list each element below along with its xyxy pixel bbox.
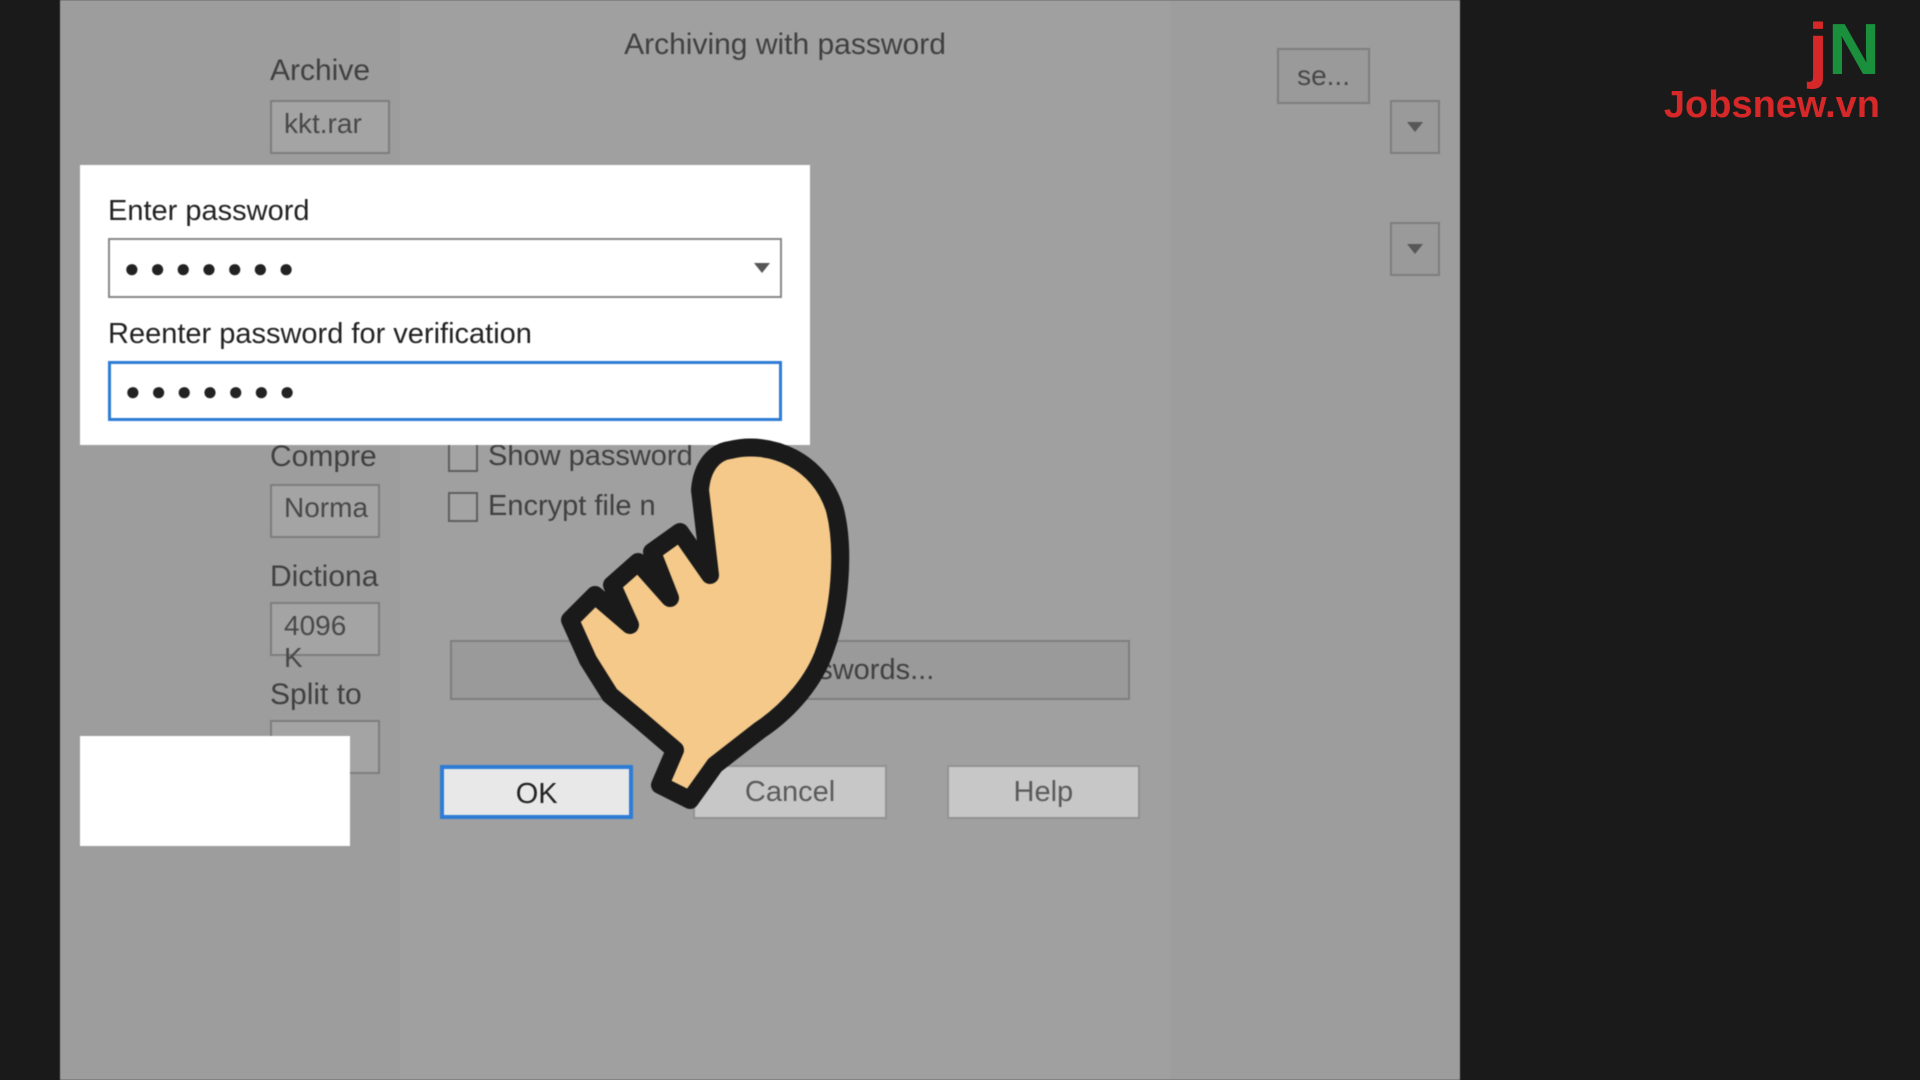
enter-password-input[interactable]: ●●●●●●●: [108, 238, 782, 298]
chevron-down-icon[interactable]: [754, 263, 770, 273]
pointing-hand-icon: [540, 430, 860, 810]
reenter-password-label: Reenter password for verification: [108, 318, 782, 351]
help-button[interactable]: Help: [947, 765, 1140, 819]
jobsnew-logo: jN Jobsnew.vn: [1664, 14, 1880, 124]
logo-icon: jN: [1664, 14, 1880, 86]
ok-highlight: [80, 736, 350, 846]
logo-text: Jobsnew.vn: [1664, 86, 1880, 124]
reenter-password-input[interactable]: ●●●●●●●: [108, 361, 782, 421]
enter-password-label: Enter password: [108, 195, 782, 228]
password-entry-section: Enter password ●●●●●●● Reenter password …: [80, 165, 810, 445]
